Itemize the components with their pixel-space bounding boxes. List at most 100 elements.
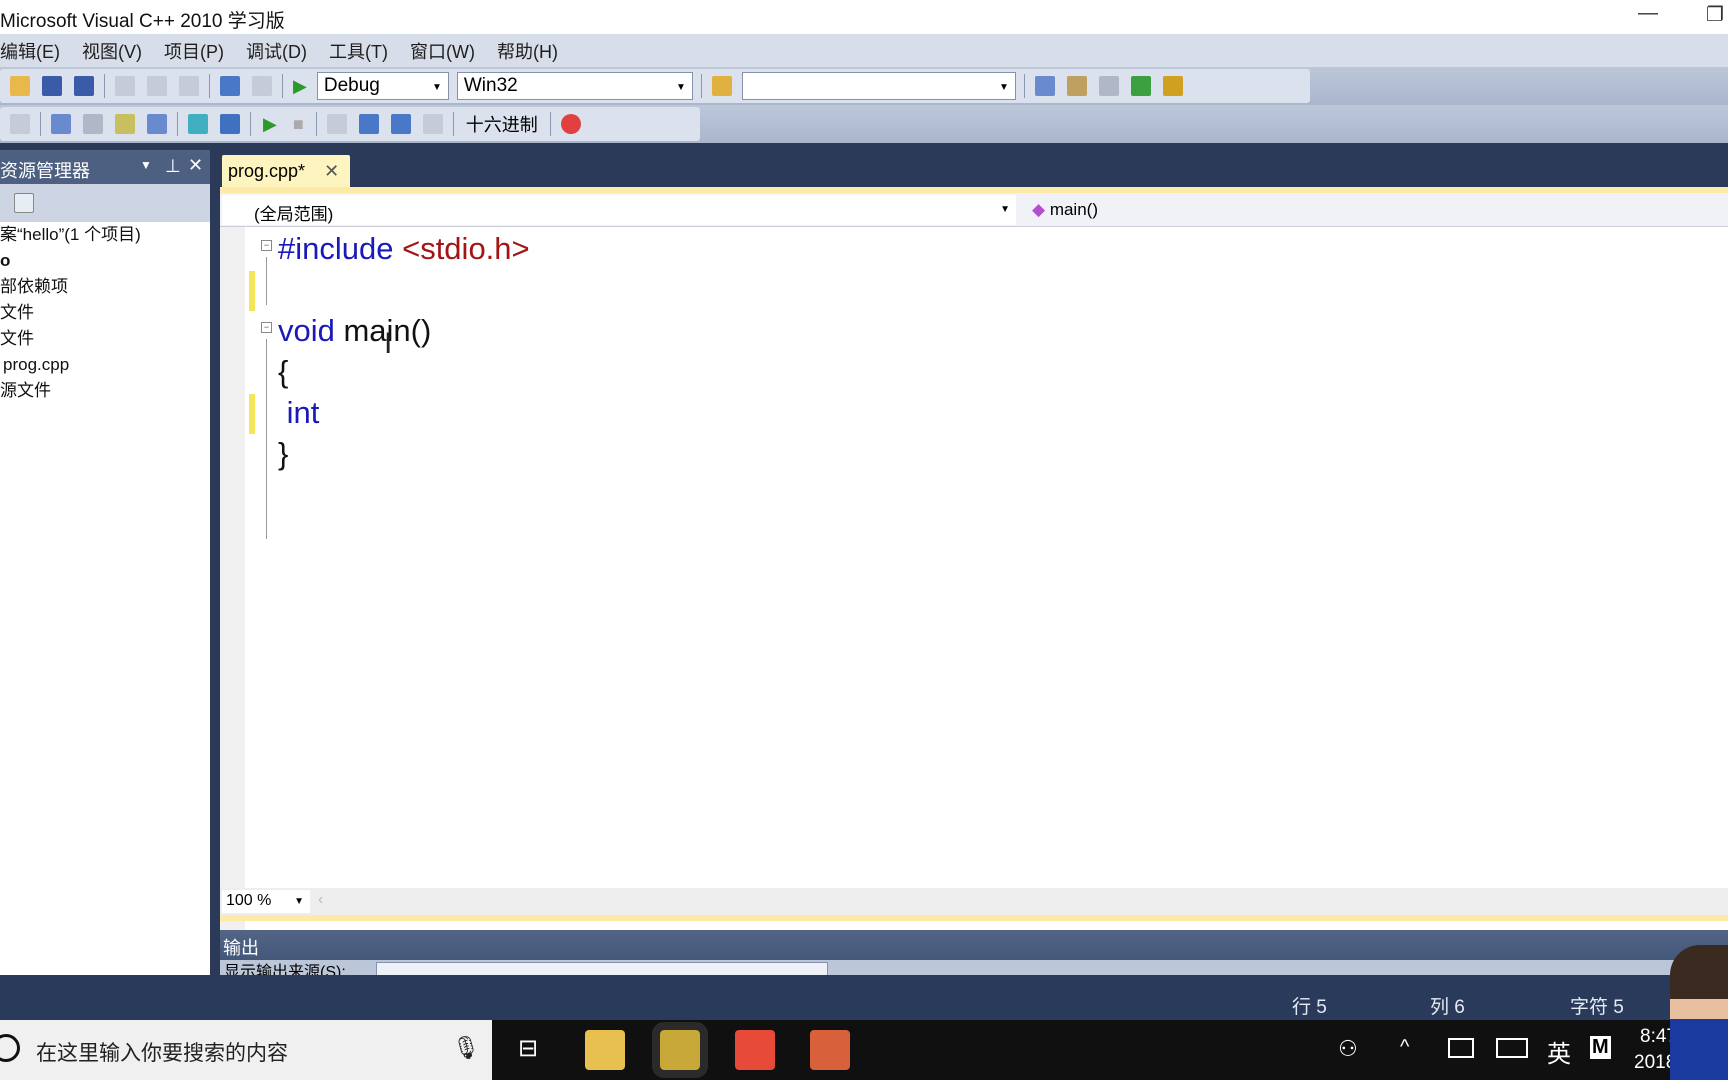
step-over-icon[interactable]	[390, 114, 411, 134]
chevron-up-icon[interactable]: ^	[1400, 1036, 1409, 1059]
function-dropdown[interactable]: ◆ main()	[1020, 195, 1728, 225]
import-icon[interactable]	[1130, 76, 1151, 96]
show-next-statement-icon[interactable]	[326, 114, 347, 134]
tree-item[interactable]: 文件	[0, 300, 210, 326]
open-icon[interactable]	[10, 76, 30, 96]
tree-item[interactable]: o	[0, 248, 210, 274]
output-title: 输出	[220, 930, 1728, 960]
step-out-icon[interactable]	[422, 114, 443, 134]
collapse-icon[interactable]: −	[261, 240, 272, 251]
keyboard-icon[interactable]	[1496, 1038, 1528, 1058]
indent-icon[interactable]	[220, 114, 240, 134]
save-all-icon[interactable]	[74, 76, 94, 96]
find-dropdown[interactable]: ▼	[741, 72, 1016, 100]
output-source-label: 显示输出来源(S):	[224, 964, 346, 975]
menu-bar: 编辑(E) 视图(V) 项目(P) 调试(D) 工具(T) 窗口(W) 帮助(H…	[0, 34, 1728, 67]
file-explorer-icon[interactable]	[585, 1030, 625, 1070]
close-tab-icon[interactable]: ✕	[324, 161, 339, 181]
window-title: Microsoft Visual C++ 2010 学习版	[0, 11, 285, 32]
redo-icon[interactable]	[252, 76, 272, 96]
visual-cpp-icon[interactable]	[652, 1022, 708, 1078]
tree-item[interactable]: prog.cpp	[0, 352, 210, 378]
collapse-icon[interactable]: −	[261, 322, 272, 333]
close-icon[interactable]: ✕	[188, 155, 203, 176]
parameter-info-icon[interactable]	[83, 114, 103, 134]
tree-item[interactable]: 源文件	[0, 378, 210, 404]
code-token: <stdio.h>	[402, 231, 530, 266]
find-in-files-icon[interactable]	[711, 76, 732, 96]
task-view-icon[interactable]: ⊟	[518, 1034, 538, 1063]
status-line: 行 5	[1292, 997, 1327, 1018]
powerpoint-icon[interactable]	[810, 1030, 850, 1070]
network-icon[interactable]	[1448, 1038, 1474, 1058]
save-icon[interactable]	[42, 76, 62, 96]
scope-dropdown[interactable]: (全局范围) ▼	[222, 195, 1016, 225]
menu-project[interactable]: 项目(P)	[164, 38, 224, 64]
change-marker	[249, 394, 255, 434]
cut-icon[interactable]	[115, 76, 135, 96]
code-token: }	[278, 436, 289, 471]
webcam-overlay	[1670, 945, 1728, 1080]
code-line: void main()	[278, 313, 431, 349]
platform-dropdown[interactable]: Win32 ▼	[456, 72, 693, 100]
pin-icon[interactable]: ⊥	[165, 156, 181, 177]
class-view-icon[interactable]	[1162, 76, 1183, 96]
microphone-icon[interactable]: 🎙	[452, 1035, 480, 1061]
copy-icon[interactable]	[147, 76, 167, 96]
stop-icon[interactable]: ■	[293, 114, 304, 135]
restore-button[interactable]: ❐	[1706, 2, 1724, 27]
tree-item[interactable]: 案“hello”(1 个项目)	[0, 222, 210, 248]
zoom-dropdown[interactable]: 100 % ▼	[222, 890, 310, 913]
complete-word-icon[interactable]	[147, 114, 167, 134]
menu-help[interactable]: 帮助(H)	[497, 38, 558, 64]
menu-window[interactable]: 窗口(W)	[410, 38, 475, 64]
menu-view[interactable]: 视图(V)	[82, 38, 142, 64]
menu-edit[interactable]: 编辑(E)	[0, 38, 60, 64]
minimize-button[interactable]: —	[1638, 2, 1658, 25]
text-cursor-icon: I	[384, 327, 393, 360]
solution-explorer-icon[interactable]	[1034, 76, 1055, 96]
status-col: 列 6	[1430, 997, 1465, 1018]
quick-info-icon[interactable]	[115, 114, 135, 134]
properties-icon[interactable]	[14, 193, 34, 213]
paste-icon[interactable]	[179, 76, 199, 96]
config-dropdown[interactable]: Debug ▼	[316, 72, 449, 100]
step-into-icon[interactable]	[358, 114, 379, 134]
output-source-dropdown[interactable]	[376, 962, 828, 975]
camtasia-icon[interactable]	[735, 1030, 775, 1070]
debug-toolbar: ▶ ■ 十六进制	[0, 105, 1728, 143]
dropdown-icon[interactable]: ▼	[140, 158, 152, 172]
people-icon[interactable]: ⚇	[1338, 1036, 1358, 1062]
tab-prog-cpp[interactable]: prog.cpp* ✕	[222, 155, 350, 187]
menu-debug[interactable]: 调试(D)	[246, 38, 307, 64]
tree-item[interactable]: 文件	[0, 326, 210, 352]
menu-tools[interactable]: 工具(T)	[329, 38, 388, 64]
undo-icon[interactable]	[220, 76, 240, 96]
comment-icon[interactable]	[10, 114, 30, 134]
outdent-icon[interactable]	[188, 114, 208, 134]
properties-icon[interactable]	[1066, 76, 1087, 96]
code-line: }	[278, 436, 288, 472]
breakpoints-icon[interactable]	[560, 114, 581, 134]
method-icon: ◆	[1032, 200, 1046, 219]
ime-indicator[interactable]: 英	[1547, 1034, 1571, 1069]
list-members-icon[interactable]	[51, 114, 71, 134]
hex-button[interactable]: 十六进制	[466, 111, 538, 137]
continue-icon[interactable]: ▶	[263, 114, 277, 135]
navigation-bar: (全局范围) ▼ ◆ main()	[220, 193, 1728, 227]
taskbar: 在这里输入你要搜索的内容 🎙 ⊟ ⚇ ^ 英 M 8:47 2018	[0, 1020, 1728, 1080]
start-debug-icon[interactable]: ▶	[293, 76, 307, 97]
standard-toolbar: ▶ Debug ▼ Win32 ▼ ▼	[0, 67, 1728, 105]
cortana-icon	[0, 1034, 20, 1062]
code-line: {	[278, 354, 288, 390]
editor: prog.cpp* ✕ (全局范围) ▼ ◆ main() − − #inclu…	[220, 150, 1728, 1038]
zoom-bar: 100 % ▼ ‹	[220, 888, 1728, 915]
solution-tree: 案“hello”(1 个项目) o 部依赖项 文件 文件 prog.cpp 源文…	[0, 222, 210, 404]
code-token: void	[278, 313, 344, 348]
scroll-left-icon[interactable]: ‹	[318, 891, 323, 909]
tools-icon[interactable]	[1098, 76, 1119, 96]
taskbar-search[interactable]: 在这里输入你要搜索的内容 🎙	[0, 1020, 492, 1080]
ime-mode[interactable]: M	[1590, 1036, 1611, 1059]
output-panel: 输出 显示输出来源(S):	[220, 930, 1728, 975]
tree-item[interactable]: 部依赖项	[0, 274, 210, 300]
